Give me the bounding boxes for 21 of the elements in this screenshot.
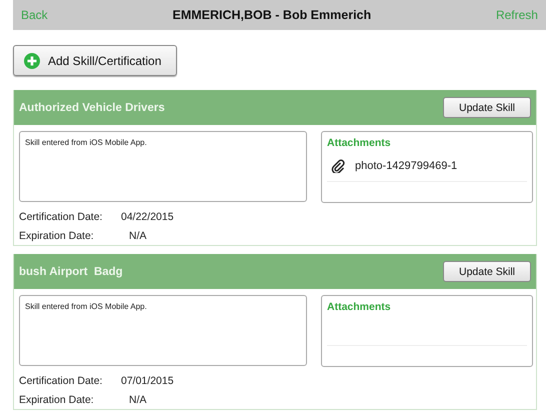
paperclip-icon [331, 159, 345, 173]
update-skill-button[interactable]: Update Skill [443, 261, 531, 282]
skill-title: bush Airport Badg [19, 266, 123, 278]
field-label: Certification Date: [19, 211, 104, 223]
field-value: 04/22/2015 [121, 211, 174, 223]
plus-icon [24, 52, 40, 68]
notes-field[interactable]: Skill entered from iOS Mobile App. [19, 131, 307, 202]
update-skill-button[interactable]: Update Skill [443, 97, 531, 118]
attachment-item[interactable]: photo-1429799469-1 [327, 151, 527, 182]
field-label: Expiration Date: [19, 230, 95, 242]
field-value: 07/01/2015 [121, 375, 174, 387]
field-value: N/A [129, 394, 147, 406]
field-label: Certification Date: [19, 375, 104, 387]
attachments-heading: Attachments [327, 137, 392, 149]
attachments-heading: Attachments [327, 301, 392, 313]
notes-field[interactable]: Skill entered from iOS Mobile App. [19, 295, 307, 366]
skill-title: Authorized Vehicle Drivers [19, 102, 165, 114]
window-title: EMMERICH,BOB - Bob Emmerich [172, 8, 372, 22]
add-skill-button[interactable]: Add Skill/Certification [13, 45, 177, 76]
field-label: Expiration Date: [19, 394, 95, 406]
field-value: N/A [129, 230, 147, 242]
